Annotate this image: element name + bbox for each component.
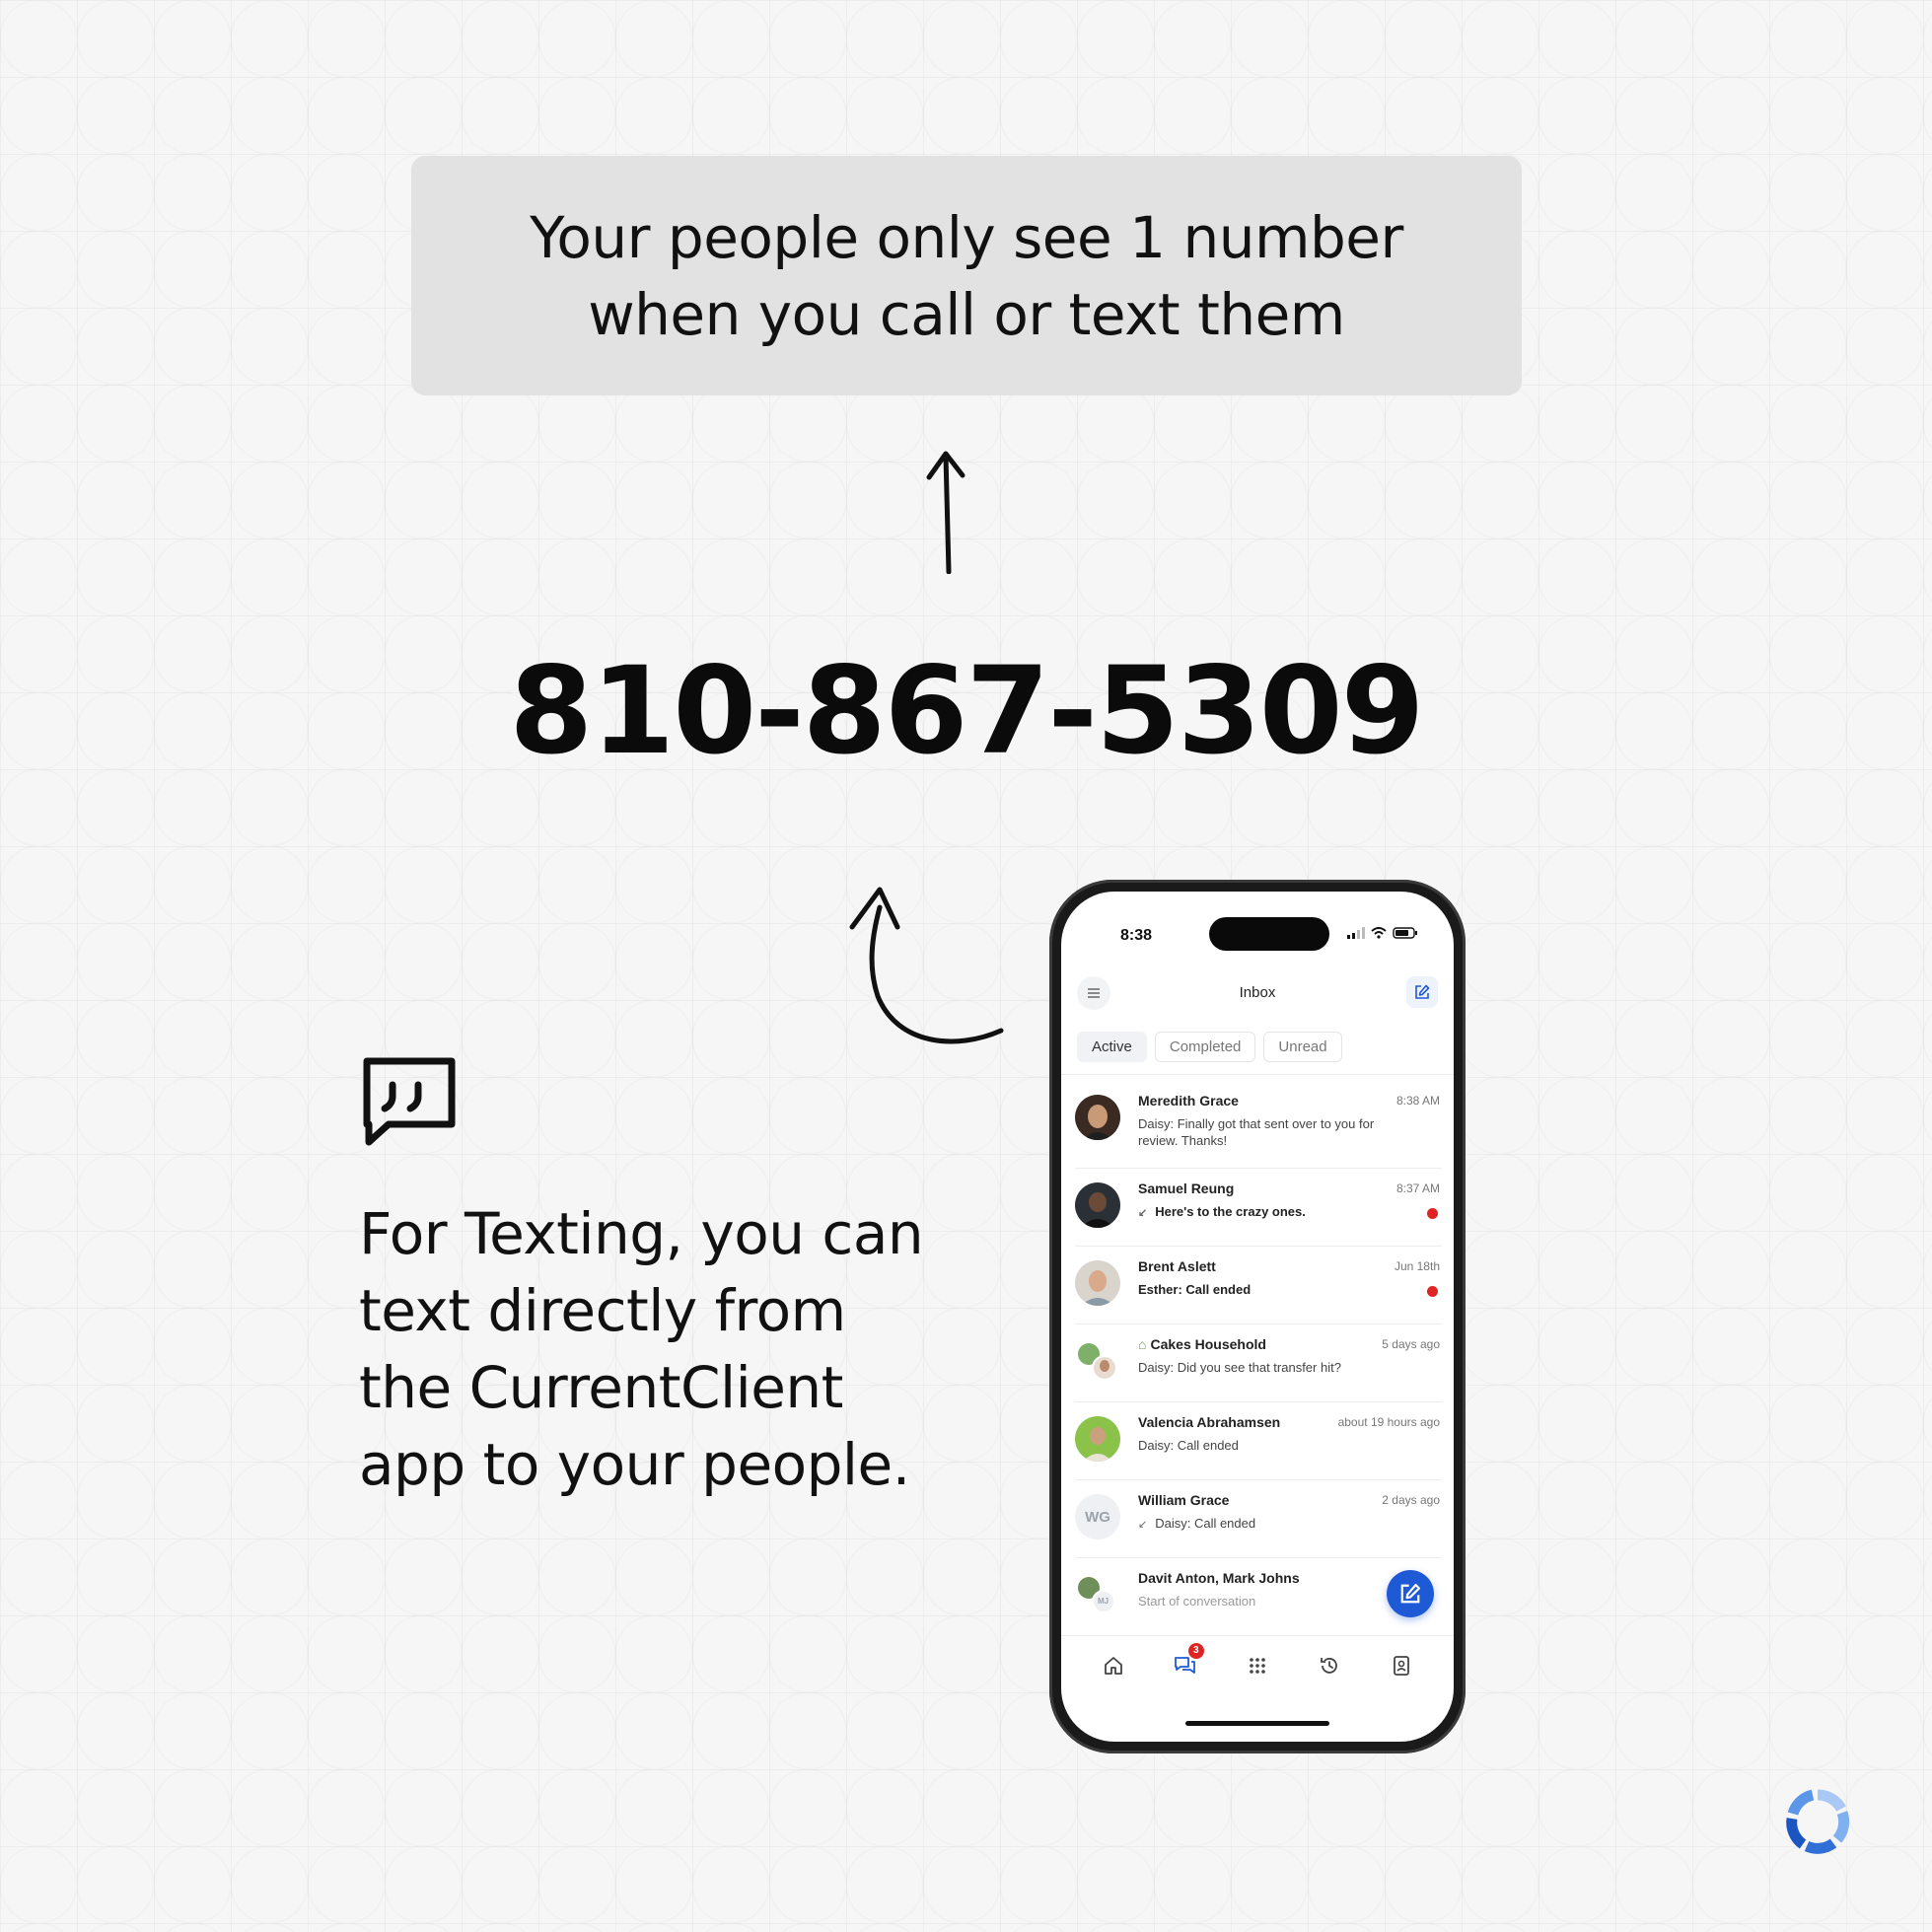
unread-indicator <box>1427 1286 1438 1297</box>
brand-ring-logo <box>1786 1789 1850 1854</box>
message-quote-icon <box>363 1057 456 1146</box>
message-time: about 19 hours ago <box>1337 1415 1440 1429</box>
phone-screen: 8:38 Inbox Active Completed Unread Mered… <box>1061 892 1454 1742</box>
avatar <box>1075 1260 1120 1306</box>
body-line-3: the CurrentClient <box>359 1354 843 1421</box>
dialpad-icon <box>1250 1658 1265 1674</box>
conversation-row[interactable]: Meredith Grace 8:38 AM Daisy: Finally go… <box>1075 1075 1442 1169</box>
body-text: For Texting, you can text directly from … <box>359 1195 951 1503</box>
message-preview: Daisy: Did you see that transfer hit? <box>1138 1360 1341 1375</box>
contact-name: William Grace <box>1138 1492 1230 1508</box>
message-time: 8:37 AM <box>1395 1181 1440 1195</box>
message-preview: Start of conversation <box>1138 1594 1256 1609</box>
message-time: 2 days ago <box>1382 1493 1440 1507</box>
contact-name: ⌂ Cakes Household <box>1138 1336 1266 1352</box>
inbox-tabs: Active Completed Unread <box>1077 1032 1342 1062</box>
message-time: Jun 18th <box>1394 1259 1440 1273</box>
avatar-initials: MJ <box>1098 1597 1109 1606</box>
nav-dialpad[interactable] <box>1243 1651 1272 1681</box>
tab-completed[interactable]: Completed <box>1154 1032 1256 1062</box>
household-icon: ⌂ <box>1138 1336 1147 1352</box>
contacts-icon <box>1394 1656 1410 1676</box>
initials-avatar: WG <box>1075 1494 1120 1539</box>
body-line-2: text directly from <box>359 1277 846 1344</box>
message-preview: Daisy: Call ended <box>1138 1438 1239 1453</box>
edit-icon <box>1400 1583 1421 1604</box>
reply-arrow-icon: ↙ <box>1138 1519 1148 1531</box>
conversation-row[interactable]: Samuel Reung 8:37 AM ↙ Here's to the craz… <box>1075 1169 1442 1247</box>
nav-history[interactable] <box>1315 1651 1344 1681</box>
body-line-1: For Texting, you can <box>359 1200 924 1267</box>
message-preview-text: Here's to the crazy ones. <box>1155 1204 1306 1219</box>
reply-arrow-icon: ↙ <box>1138 1207 1148 1219</box>
avatar <box>1075 1095 1120 1140</box>
conversation-list: Meredith Grace 8:38 AM Daisy: Finally go… <box>1061 1075 1454 1635</box>
signal-icon <box>1347 927 1365 939</box>
message-preview: Esther: Call ended <box>1138 1282 1252 1297</box>
headline-line-1: Your people only see 1 number <box>530 203 1403 271</box>
tab-active[interactable]: Active <box>1077 1032 1147 1062</box>
contact-name: Davit Anton, Mark Johns <box>1138 1570 1300 1586</box>
nav-contacts[interactable] <box>1387 1651 1416 1681</box>
avatar-initials: WG <box>1085 1508 1110 1526</box>
history-icon <box>1321 1658 1338 1674</box>
group-avatar <box>1075 1338 1120 1384</box>
conversation-row[interactable]: WG William Grace 2 days ago ↙ Daisy: Call… <box>1075 1480 1442 1558</box>
edit-icon <box>1415 984 1430 999</box>
avatar <box>1075 1182 1120 1228</box>
inbox-header: Inbox <box>1061 976 1454 1016</box>
status-time: 8:38 <box>1120 927 1153 944</box>
message-time: 8:38 AM <box>1395 1094 1440 1108</box>
message-time: 5 days ago <box>1382 1337 1440 1351</box>
message-preview: ↙ Daisy: Call ended <box>1138 1515 1412 1534</box>
home-indicator <box>1185 1721 1329 1726</box>
dynamic-island <box>1209 917 1329 951</box>
conversation-row[interactable]: Brent Aslett Jun 18th Esther: Call ended <box>1075 1247 1442 1324</box>
message-preview: ↙ Here's to the crazy ones. <box>1138 1203 1412 1222</box>
group-avatar: MJ <box>1075 1572 1120 1617</box>
avatar <box>1075 1416 1120 1462</box>
contact-name: Meredith Grace <box>1138 1093 1239 1109</box>
headline-line-2: when you call or text them <box>588 280 1345 348</box>
nav-home[interactable] <box>1099 1651 1128 1681</box>
message-preview: Daisy: Finally got that sent over to you… <box>1138 1116 1375 1148</box>
arrow-up-icon <box>926 451 966 574</box>
phone-mockup: 8:38 Inbox Active Completed Unread Mered… <box>1049 880 1466 1753</box>
compose-button[interactable] <box>1406 976 1438 1008</box>
contact-name: Valencia Abrahamsen <box>1138 1414 1281 1430</box>
status-icons <box>1347 927 1418 939</box>
battery-icon <box>1393 927 1417 939</box>
inbox-title: Inbox <box>1239 984 1276 1001</box>
new-message-button[interactable] <box>1387 1570 1434 1617</box>
tab-unread[interactable]: Unread <box>1263 1032 1342 1062</box>
message-preview-text: Daisy: Call ended <box>1155 1516 1256 1531</box>
curved-arrow-icon <box>849 887 1004 1044</box>
contact-name: Samuel Reung <box>1138 1181 1235 1196</box>
conversation-row[interactable]: Valencia Abrahamsen about 19 hours ago D… <box>1075 1402 1442 1480</box>
bottom-nav: 3 <box>1061 1635 1454 1695</box>
unread-badge: 3 <box>1187 1643 1204 1659</box>
wifi-icon <box>1371 927 1387 939</box>
home-icon <box>1104 1657 1122 1675</box>
contact-name: Brent Aslett <box>1138 1258 1216 1274</box>
headline-banner: Your people only see 1 number when you c… <box>411 156 1522 395</box>
phone-number: 810-867-5309 <box>509 641 1424 781</box>
body-line-4: app to your people. <box>359 1431 910 1498</box>
conversation-row[interactable]: ⌂ Cakes Household 5 days ago Daisy: Did y… <box>1075 1324 1442 1402</box>
nav-messages[interactable]: 3 <box>1171 1643 1204 1681</box>
unread-indicator <box>1427 1208 1438 1219</box>
contact-name-text: Cakes Household <box>1150 1336 1266 1352</box>
